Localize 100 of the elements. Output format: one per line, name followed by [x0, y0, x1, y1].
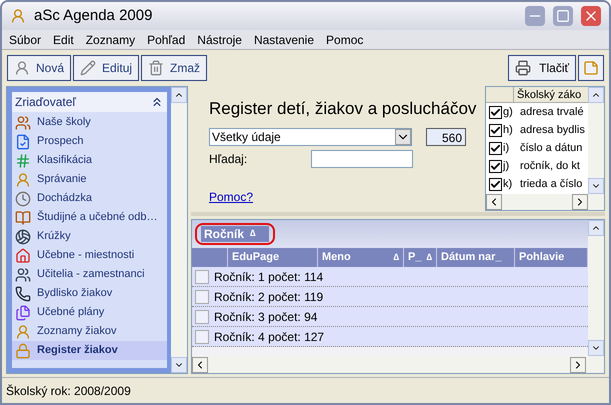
people-icon	[15, 114, 31, 130]
expand-toggle[interactable]	[195, 270, 209, 284]
field-code: i)	[502, 140, 510, 156]
group-row[interactable]: Ročník: 2 počet: 119	[192, 287, 588, 307]
group-label: Ročník: 1 počet: 114	[214, 268, 324, 286]
scroll-right-icon[interactable]	[570, 356, 586, 372]
person-icon	[15, 172, 31, 188]
sidebar-item[interactable]: Klasifikácia	[12, 151, 167, 170]
toolbar-button[interactable]: Edituj	[73, 55, 140, 81]
pencil-icon	[80, 60, 96, 76]
scroll-down-icon[interactable]	[588, 178, 604, 194]
menu-item[interactable]: Nástroje	[197, 30, 242, 48]
checkbox[interactable]	[489, 106, 502, 118]
search-field[interactable]	[311, 150, 413, 168]
checkbox[interactable]	[489, 160, 502, 172]
sidebar-item[interactable]: Učitelia - zamestnanci	[12, 265, 167, 284]
menu-item[interactable]: Zoznamy	[86, 30, 136, 48]
filter-dropdown[interactable]: Všetky údaje	[209, 128, 412, 146]
toolbar-button[interactable]: Nová	[7, 55, 72, 81]
group-by-chip[interactable]: Ročník ∆	[195, 223, 275, 245]
field-code: j)	[502, 158, 510, 174]
check-icon	[490, 142, 501, 154]
scroll-up-icon[interactable]	[588, 87, 604, 103]
field-label: číslo a dátun	[520, 140, 582, 156]
group-row[interactable]: Ročník: 3 počet: 94	[192, 307, 588, 327]
scroll-up-icon[interactable]	[171, 87, 187, 103]
check-icon	[490, 106, 501, 118]
scrollbar[interactable]	[588, 220, 604, 356]
papers-icon	[15, 304, 31, 320]
field-code: g)	[502, 104, 514, 120]
sidebar-item[interactable]: Prospech	[12, 132, 167, 151]
note-button[interactable]	[578, 55, 604, 81]
sidebar-item[interactable]: Učebné plány	[12, 303, 167, 322]
ball-icon	[15, 228, 31, 244]
field-label: trieda a číslo	[520, 176, 582, 192]
app-icon	[10, 8, 26, 24]
sidebar-item[interactable]: Zoznamy žiakov	[12, 322, 167, 341]
sidebar-item[interactable]: Krúžky	[12, 227, 167, 246]
person-icon	[15, 324, 31, 340]
menu-item[interactable]: Súbor	[9, 30, 42, 48]
h-scrollbar[interactable]	[486, 194, 604, 210]
printer-icon	[515, 60, 532, 76]
scroll-down-icon[interactable]	[588, 340, 604, 356]
group-label: Ročník: 4 počet: 127	[214, 328, 324, 346]
checkbox[interactable]	[489, 124, 502, 136]
h-scrollbar[interactable]	[192, 356, 604, 373]
note-icon	[583, 60, 599, 76]
check-icon	[490, 124, 501, 136]
scroll-down-icon[interactable]	[171, 357, 187, 373]
sidebar-item[interactable]: Bydlisko žiakov	[12, 284, 167, 303]
field-label: ročník, do kt	[520, 158, 580, 174]
book-icon	[15, 210, 31, 226]
sidebar-item[interactable]: Register žiakov	[12, 341, 167, 360]
house-icon	[15, 248, 31, 264]
scroll-right-icon[interactable]	[572, 194, 588, 210]
toolbar-button[interactable]: Zmaž	[141, 55, 208, 81]
group-label: Ročník: 2 počet: 119	[214, 288, 324, 306]
phone-icon	[15, 286, 31, 302]
checkbox[interactable]	[489, 178, 502, 190]
menu-item[interactable]: Nastavenie	[254, 30, 314, 48]
help-link[interactable]: Pomoc?	[209, 188, 254, 206]
people-icon	[15, 266, 31, 282]
trash-icon	[148, 60, 164, 76]
menu-item[interactable]: Pomoc	[326, 30, 364, 48]
field-label: adresa bydlis	[520, 122, 585, 138]
scroll-left-icon[interactable]	[192, 356, 208, 372]
print-button[interactable]: Tlačiť	[508, 55, 576, 81]
sidebar-item[interactable]: Učebne - miestnosti	[12, 246, 167, 265]
scroll-up-icon[interactable]	[588, 220, 604, 236]
expand-toggle[interactable]	[195, 310, 209, 324]
clipboard-icon	[15, 134, 31, 150]
check-icon	[490, 178, 501, 190]
numbers-icon	[15, 152, 31, 168]
group-label: Ročník: 3 počet: 94	[214, 308, 318, 326]
person-icon	[14, 60, 30, 76]
field-code: h)	[502, 122, 514, 138]
register-title: Register detí, žiakov a poslucháčov	[209, 98, 478, 120]
field-code: k)	[502, 176, 514, 192]
window-title: aSc Agenda 2009	[34, 6, 154, 26]
group-row[interactable]: Ročník: 4 počet: 127	[192, 327, 588, 347]
scrollbar[interactable]	[171, 87, 187, 373]
sidebar-item[interactable]: Dochádzka	[12, 189, 167, 208]
scrollbar[interactable]	[588, 87, 604, 194]
count-field: 560	[426, 128, 466, 146]
expand-toggle[interactable]	[195, 330, 209, 344]
sidebar-item[interactable]: Správanie	[12, 170, 167, 189]
status-text: Školský rok: 2008/2009	[6, 382, 131, 400]
expand-toggle[interactable]	[195, 290, 209, 304]
menu-item[interactable]: Edit	[53, 30, 74, 48]
sidebar-item[interactable]: Naše školy	[12, 113, 167, 132]
search-label: Hľadaj:	[209, 150, 248, 168]
menu-item[interactable]: Pohľad	[147, 30, 186, 48]
field-label: adresa trvalé	[520, 104, 584, 120]
group-row[interactable]: Ročník: 1 počet: 114	[192, 267, 588, 287]
checkbox[interactable]	[489, 142, 502, 154]
sidebar-item[interactable]: Študijné a učebné odb…	[12, 208, 167, 227]
lock-icon	[15, 342, 31, 358]
scroll-left-icon[interactable]	[486, 194, 502, 210]
clock-icon	[15, 190, 31, 206]
close-icon[interactable]	[581, 6, 601, 26]
